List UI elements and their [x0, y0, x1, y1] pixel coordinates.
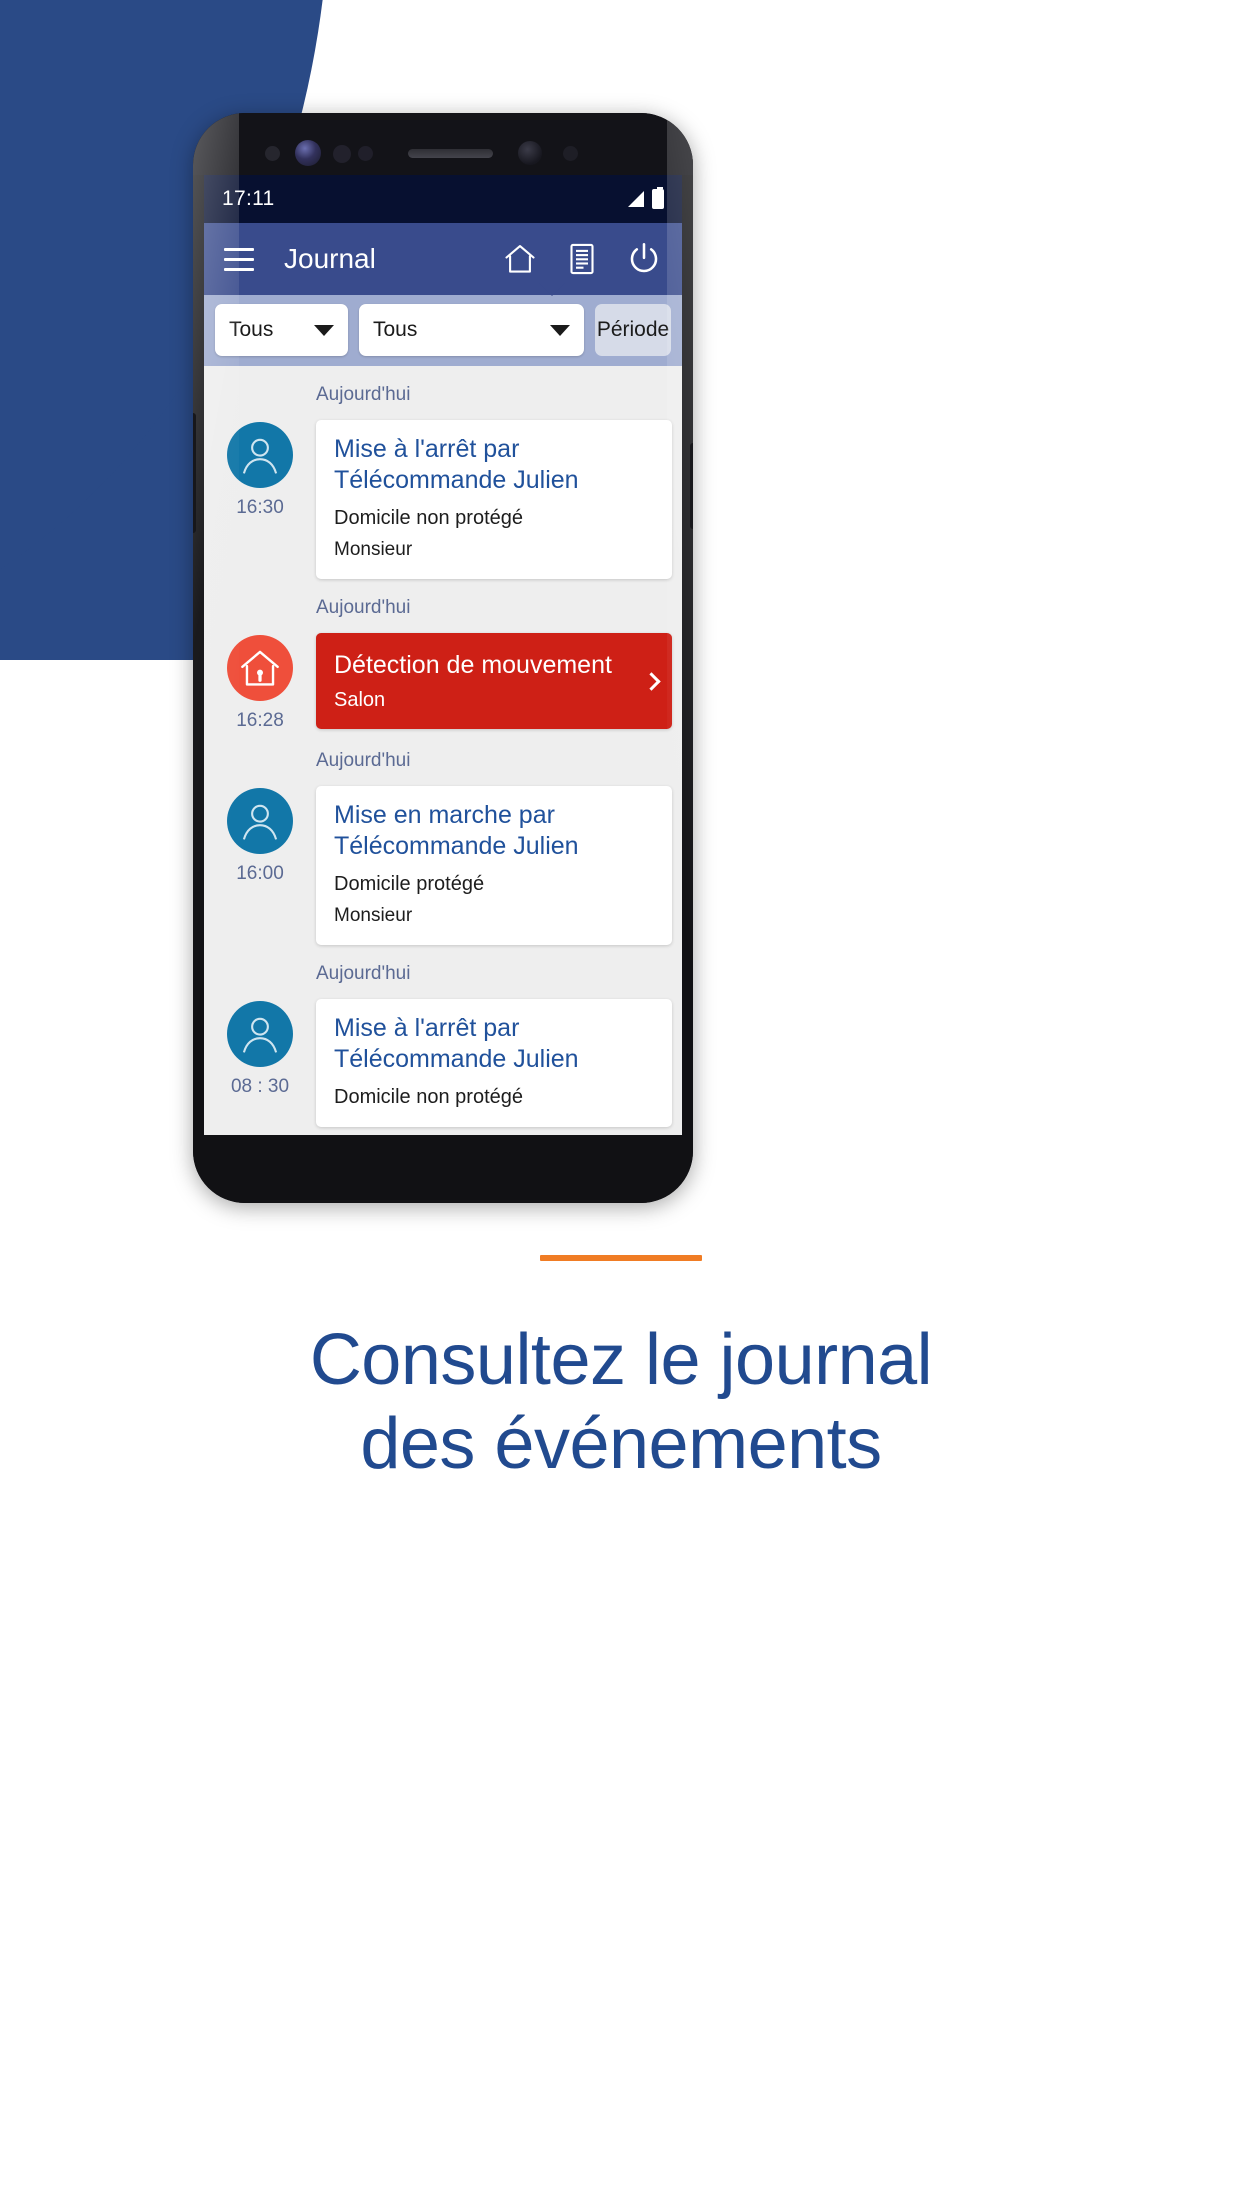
filter-bar: Tous Tous Période [204, 283, 682, 366]
device-filter-select[interactable]: Tous [359, 304, 584, 356]
event-detail: Monsieur [334, 905, 413, 926]
period-button[interactable]: Période [595, 304, 671, 356]
app-bar-actions [502, 241, 662, 277]
house-alarm-icon [227, 635, 293, 701]
event-title: Mise à l'arrêt par Télécommande Julien [334, 1014, 579, 1073]
phone-volume-button[interactable] [193, 413, 196, 533]
power-icon[interactable] [626, 241, 662, 277]
alert-title: Détection de mouvement [334, 651, 612, 679]
iris-scanner-icon [295, 140, 321, 166]
event-gutter: 08 : 30 [204, 999, 316, 1098]
phone-mockup: 17:11 Journal Tous Tous Période Aujourd'… [193, 113, 693, 1203]
event-row[interactable]: 16:30 Mise à l'arrêt par Télécommande Ju… [204, 420, 682, 579]
event-subtitle: Domicile non protégé [334, 1086, 523, 1108]
orange-divider [540, 1255, 702, 1261]
alert-event-card[interactable]: Détection de mouvement Salon [316, 633, 672, 729]
user-avatar-icon [227, 788, 293, 854]
user-avatar-icon [227, 422, 293, 488]
event-time: 16:30 [236, 497, 284, 518]
event-subtitle: Domicile protégé [334, 873, 485, 895]
alert-texts: Détection de mouvement Salon [334, 650, 633, 712]
journal-list-icon[interactable] [564, 241, 600, 277]
event-time: 16:00 [236, 863, 284, 884]
device-filter-value: Tous [373, 318, 418, 341]
earpiece-speaker-icon [408, 149, 493, 158]
chevron-down-icon [550, 324, 570, 336]
battery-full-icon [652, 187, 664, 209]
event-card[interactable]: Mise à l'arrêt par Télécommande Julien D… [316, 420, 672, 579]
day-separator: Aujourd'hui [316, 597, 411, 618]
event-detail: Monsieur [334, 539, 413, 560]
signal-bars-icon [628, 191, 644, 207]
event-time: 08 : 30 [230, 1076, 290, 1097]
hamburger-menu-icon[interactable] [224, 247, 254, 271]
proximity-sensor-icon [265, 146, 280, 161]
day-separator: Aujourd'hui [316, 750, 411, 771]
type-filter-value: Tous [229, 318, 274, 341]
active-tab-indicator [539, 283, 565, 296]
light-sensor-icon [333, 145, 351, 163]
alert-subtitle: Salon [334, 689, 386, 711]
event-feed: Aujourd'hui 16:30 Mise à l'arrêt par Tél… [204, 366, 682, 1132]
event-title: Mise en marche par Télécommande Julien [334, 801, 579, 860]
user-avatar-icon [227, 1001, 293, 1067]
event-row[interactable]: 08 : 30 Mise à l'arrêt par Télécommande … [204, 999, 682, 1127]
led-indicator-icon [358, 146, 373, 161]
day-separator: Aujourd'hui [316, 384, 411, 405]
secondary-sensor-icon [563, 146, 578, 161]
home-outline-icon[interactable] [502, 241, 538, 277]
chevron-down-icon [314, 324, 334, 336]
event-card[interactable]: Mise à l'arrêt par Télécommande Julien D… [316, 999, 672, 1127]
status-bar-icons [628, 187, 664, 209]
phone-screen: 17:11 Journal Tous Tous Période Aujourd'… [204, 175, 682, 1135]
event-gutter: 16:30 [204, 420, 316, 519]
event-title: Mise à l'arrêt par Télécommande Julien [334, 435, 579, 494]
phone-power-button[interactable] [690, 443, 693, 529]
caption-block: Consultez le journal des événements [0, 1255, 1242, 1486]
page-title: Journal [284, 243, 376, 274]
phone-top-bezel [193, 113, 693, 175]
event-time: 16:28 [236, 710, 284, 731]
event-subtitle: Domicile non protégé [334, 507, 523, 529]
caption-line-1: Consultez le journal [309, 1320, 933, 1400]
day-separator: Aujourd'hui [316, 963, 411, 984]
event-gutter: 16:00 [204, 786, 316, 885]
event-gutter: 16:28 [204, 633, 316, 732]
phone-bottom-bezel [193, 1135, 693, 1203]
app-bar: Journal [204, 223, 682, 295]
status-bar: 17:11 [204, 175, 682, 223]
chevron-right-icon [642, 671, 661, 691]
event-card[interactable]: Mise en marche par Télécommande Julien D… [316, 786, 672, 945]
status-bar-clock: 17:11 [222, 187, 275, 210]
caption-line-2: des événements [360, 1403, 882, 1484]
type-filter-select[interactable]: Tous [215, 304, 348, 356]
event-row[interactable]: 16:28 Détection de mouvement Salon [204, 633, 682, 732]
front-camera-icon [518, 141, 542, 165]
event-row[interactable]: 16:00 Mise en marche par Télécommande Ju… [204, 786, 682, 945]
